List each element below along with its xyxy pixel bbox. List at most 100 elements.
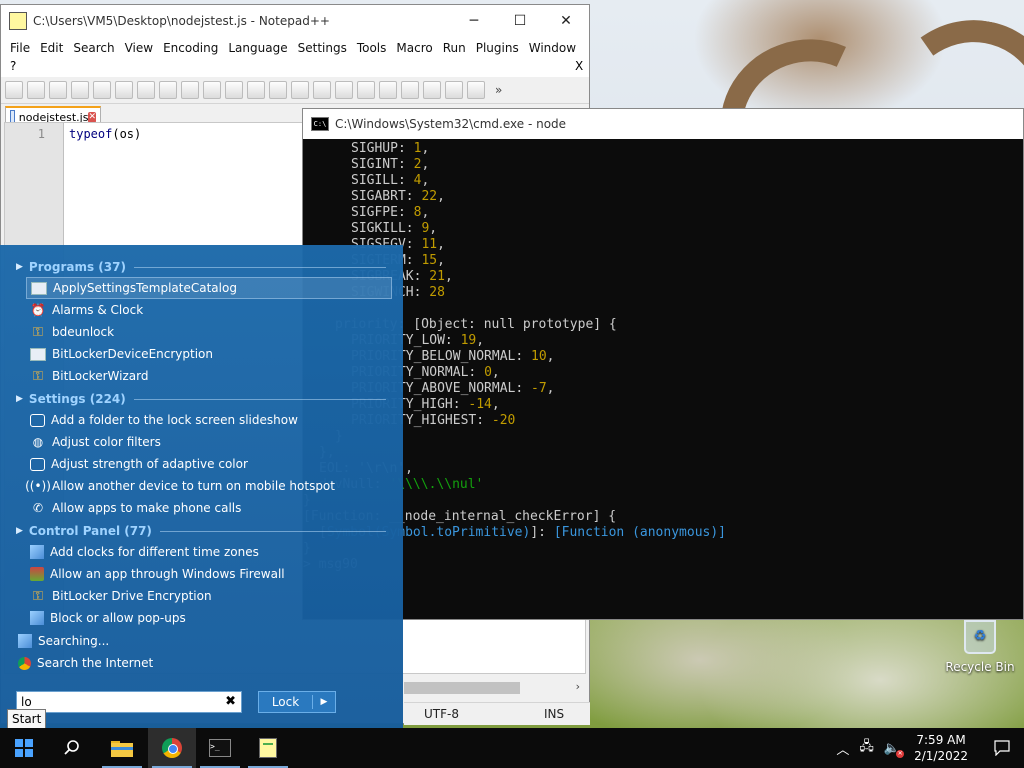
close-document-button[interactable]: X bbox=[575, 59, 583, 73]
list-item[interactable]: ⏰ Alarms & Clock bbox=[26, 299, 392, 321]
cmd-title-bar[interactable]: C:\ C:\Windows\System32\cmd.exe - node bbox=[303, 109, 1023, 139]
section-divider bbox=[133, 398, 386, 400]
replace-icon[interactable] bbox=[291, 81, 309, 99]
show-all-characters-icon[interactable] bbox=[423, 81, 441, 99]
notifications-button[interactable] bbox=[980, 728, 1024, 768]
zoom-in-icon[interactable] bbox=[313, 81, 331, 99]
menu-edit[interactable]: Edit bbox=[35, 41, 68, 55]
start-menu[interactable]: ▶ Programs (37) ApplySettingsTemplateCat… bbox=[0, 245, 403, 728]
word-wrap-icon[interactable] bbox=[401, 81, 419, 99]
list-item[interactable]: ⚿ BitLocker Drive Encryption bbox=[26, 585, 392, 607]
close-file-icon[interactable] bbox=[93, 81, 111, 99]
list-item[interactable]: Add a folder to the lock screen slidesho… bbox=[26, 409, 392, 431]
menu-run[interactable]: Run bbox=[438, 41, 471, 55]
list-item[interactable]: ((•)) Allow another device to turn on mo… bbox=[25, 475, 392, 497]
taskbar-notepad-plus-plus[interactable] bbox=[244, 728, 292, 768]
line-number: 1 bbox=[37, 127, 45, 141]
scrollbar-thumb[interactable] bbox=[404, 682, 520, 694]
item-label: BitLockerDeviceEncryption bbox=[52, 347, 213, 361]
cmd-window[interactable]: C:\ C:\Windows\System32\cmd.exe - node S… bbox=[302, 108, 1024, 620]
section-control-panel[interactable]: ▶ Control Panel (77) bbox=[16, 521, 386, 541]
paste-icon[interactable] bbox=[203, 81, 221, 99]
section-programs[interactable]: ▶ Programs (37) bbox=[16, 257, 386, 277]
search-button[interactable] bbox=[48, 728, 96, 768]
sync-scroll-icon[interactable] bbox=[357, 81, 375, 99]
start-button[interactable] bbox=[0, 728, 48, 768]
list-item[interactable]: ◍ Adjust color filters bbox=[26, 431, 392, 453]
save-icon[interactable] bbox=[49, 81, 67, 99]
tab-close-icon[interactable]: ✕ bbox=[88, 111, 96, 123]
open-file-icon[interactable] bbox=[27, 81, 45, 99]
menu-file[interactable]: File bbox=[5, 41, 35, 55]
code-keyword: typeof bbox=[69, 127, 113, 141]
list-item[interactable]: BitLockerDeviceEncryption bbox=[26, 343, 392, 365]
taskbar-chrome[interactable] bbox=[148, 728, 196, 768]
search-folder-icon bbox=[18, 634, 32, 648]
clock-time: 7:59 AM bbox=[916, 733, 966, 747]
list-item[interactable]: Allow an app through Windows Firewall bbox=[26, 563, 392, 585]
section-settings[interactable]: ▶ Settings (224) bbox=[16, 389, 386, 409]
editor-horizontal-scrollbar[interactable]: › bbox=[404, 680, 586, 696]
notepad-app-icon bbox=[9, 12, 27, 30]
list-item[interactable]: Adjust strength of adaptive color bbox=[26, 453, 392, 475]
list-item[interactable]: Block or allow pop-ups bbox=[26, 607, 392, 629]
redo-icon[interactable] bbox=[247, 81, 265, 99]
list-item[interactable]: Add clocks for different time zones bbox=[26, 541, 392, 563]
document-map-icon[interactable] bbox=[467, 81, 485, 99]
search-internet-link[interactable]: Search the Internet bbox=[14, 652, 380, 674]
menu-language[interactable]: Language bbox=[223, 41, 292, 55]
close-button[interactable]: ✕ bbox=[543, 5, 589, 37]
taskbar-cmd[interactable]: >_ bbox=[196, 728, 244, 768]
search-input[interactable] bbox=[21, 694, 217, 710]
cmd-icon: >_ bbox=[209, 739, 231, 757]
find-icon[interactable] bbox=[269, 81, 287, 99]
maximize-icon: ☐ bbox=[513, 13, 527, 29]
menu-settings[interactable]: Settings bbox=[293, 41, 352, 55]
close-all-icon[interactable] bbox=[115, 81, 133, 99]
menu-plugins[interactable]: Plugins bbox=[471, 41, 524, 55]
clear-search-icon[interactable]: ✖ bbox=[225, 694, 236, 709]
cut-icon[interactable] bbox=[159, 81, 177, 99]
chrome-icon bbox=[162, 738, 182, 758]
power-options-arrow-icon[interactable]: ▶ bbox=[313, 697, 335, 707]
sync-horizontal-icon[interactable] bbox=[379, 81, 397, 99]
taskbar-file-explorer[interactable] bbox=[98, 728, 146, 768]
menu-encoding[interactable]: Encoding bbox=[158, 41, 223, 55]
copy-icon[interactable] bbox=[181, 81, 199, 99]
indent-guide-icon[interactable] bbox=[445, 81, 463, 99]
show-hidden-icons-chevron-icon[interactable]: ︿ bbox=[836, 739, 849, 758]
item-label: bdeunlock bbox=[52, 325, 115, 339]
list-item[interactable]: ⚿ BitLockerWizard bbox=[26, 365, 392, 387]
search-box[interactable]: ✖ bbox=[16, 691, 242, 713]
list-item[interactable]: ⚿ bdeunlock bbox=[26, 321, 392, 343]
menu-tools[interactable]: Tools bbox=[352, 41, 392, 55]
undo-icon[interactable] bbox=[225, 81, 243, 99]
save-all-icon[interactable] bbox=[71, 81, 89, 99]
chrome-icon bbox=[18, 656, 31, 670]
menu-view[interactable]: View bbox=[120, 41, 158, 55]
menu-help[interactable]: ? bbox=[10, 59, 16, 73]
menu-search[interactable]: Search bbox=[68, 41, 119, 55]
taskbar-clock[interactable]: 7:59 AM 2/1/2022 bbox=[914, 732, 968, 764]
notepad-title-bar[interactable]: C:\Users\VM5\Desktop\nodejstest.js - Not… bbox=[1, 5, 589, 37]
menu-window[interactable]: Window bbox=[524, 41, 581, 55]
console-output[interactable]: SIGHUP: 1, SIGINT: 2, SIGILL: 4, SIGABRT… bbox=[303, 139, 1023, 619]
recycle-bin[interactable]: ♻ Recycle Bin bbox=[940, 618, 1020, 674]
menu-macro[interactable]: Macro bbox=[391, 41, 437, 55]
code-line[interactable]: typeof(os) bbox=[69, 127, 141, 141]
toolbar-overflow-icon[interactable]: » bbox=[495, 83, 502, 97]
list-item[interactable]: ✆ Allow apps to make phone calls bbox=[26, 497, 392, 519]
new-file-icon[interactable] bbox=[5, 81, 23, 99]
notepad-menu-bar-row2: ? X bbox=[1, 59, 589, 77]
zoom-out-icon[interactable] bbox=[335, 81, 353, 99]
network-icon[interactable]: 🖧 bbox=[859, 737, 874, 759]
maximize-button[interactable]: ☐ bbox=[497, 5, 543, 37]
notepad-status-bar: UTF-8 INS bbox=[404, 702, 590, 725]
minimize-button[interactable]: ─ bbox=[451, 5, 497, 37]
volume-muted-icon[interactable]: 🔈 ✕ bbox=[884, 741, 905, 758]
print-icon[interactable] bbox=[137, 81, 155, 99]
scroll-right-icon[interactable]: › bbox=[576, 680, 580, 693]
lock-button[interactable]: Lock ▶ bbox=[258, 691, 336, 713]
item-label: Adjust color filters bbox=[52, 435, 161, 449]
list-item[interactable]: ApplySettingsTemplateCatalog bbox=[26, 277, 392, 299]
